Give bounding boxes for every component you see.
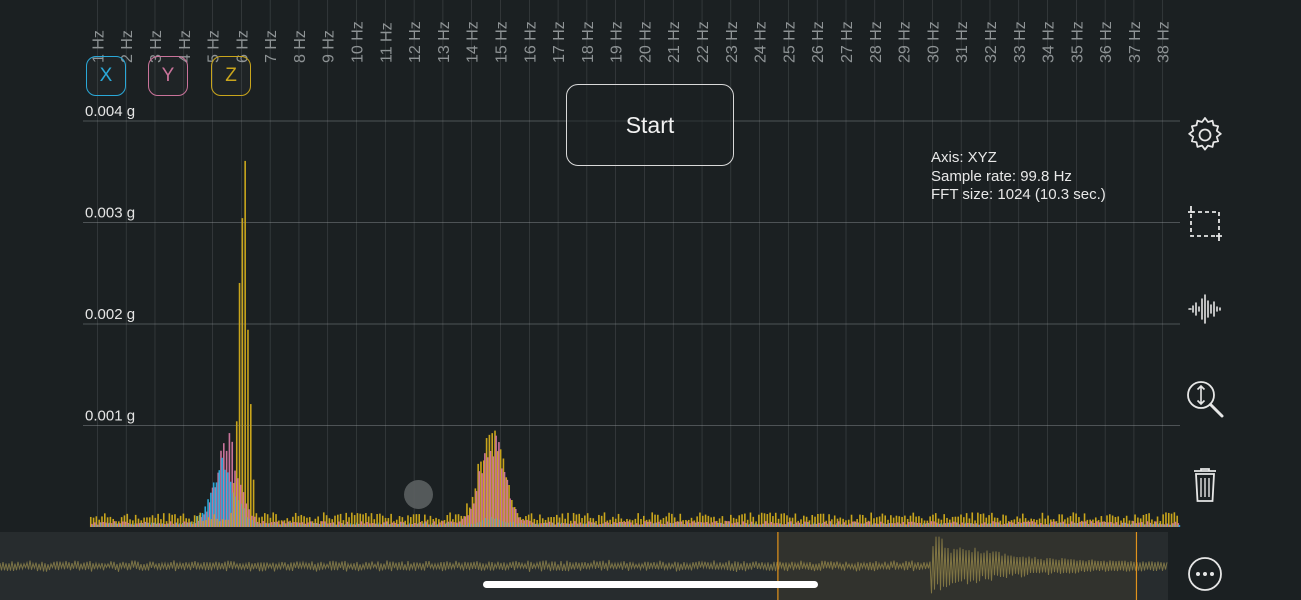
freq-tick-label: 21 Hz xyxy=(666,21,683,63)
freq-tick-label: 12 Hz xyxy=(407,21,424,63)
spectrum-chart[interactable]: 1 Hz 2 Hz 3 Hz 4 Hz 5 Hz 6 Hz 7 Hz 8 Hz 9 Hz 10 H… xyxy=(0,0,1301,530)
freq-tick-label: 32 Hz xyxy=(983,21,1000,63)
freq-tick-label: 38 Hz xyxy=(1156,21,1173,63)
spectrum-bar-y xyxy=(478,471,481,527)
freq-tick-label: 31 Hz xyxy=(954,21,971,63)
start-button-label: Start xyxy=(625,111,675,138)
freq-tick-label: 26 Hz xyxy=(810,21,827,63)
amp-tick-label: 0.003 g xyxy=(85,205,135,222)
spectrum-bar-z xyxy=(247,329,249,527)
delete-button[interactable] xyxy=(1180,460,1230,510)
select-range-button[interactable] xyxy=(1180,198,1230,248)
zoom-vertical-icon xyxy=(1187,381,1224,418)
fft-size-info: FFT size: 1024 (10.3 sec.) xyxy=(931,186,1106,203)
recording-overview[interactable] xyxy=(0,532,1168,600)
measurement-info: Axis: XYZ Sample rate: 99.8 Hz FFT size:… xyxy=(931,149,1106,205)
crop-selection-icon xyxy=(1188,206,1222,241)
overview-selection[interactable] xyxy=(777,532,1137,600)
vertical-zoom-button[interactable] xyxy=(1180,374,1230,424)
waveform-button[interactable] xyxy=(1180,284,1230,334)
start-button[interactable]: Start xyxy=(566,84,734,166)
freq-tick-label: 24 Hz xyxy=(753,21,770,63)
amp-tick-label: 0.002 g xyxy=(85,306,135,323)
freq-tick-label: 16 Hz xyxy=(522,21,539,63)
amp-tick-label: 0.001 g xyxy=(85,408,135,425)
spectrum-bar-y xyxy=(498,442,500,527)
spectrum-bar-y xyxy=(492,456,495,527)
freq-tick-label: 27 Hz xyxy=(839,21,856,63)
spectrum-bar-y xyxy=(500,468,503,527)
spectrum-bar-y xyxy=(503,472,506,527)
scrub-handle[interactable] xyxy=(404,480,433,509)
spectrum-bar-z xyxy=(249,404,252,527)
spectrum-bar-y xyxy=(475,491,478,527)
freq-tick-label: 18 Hz xyxy=(580,21,597,63)
freq-tick-label: 15 Hz xyxy=(493,21,510,63)
spectrum-bar-y xyxy=(481,473,483,527)
freq-tick-label: 9 Hz xyxy=(321,30,338,63)
sample-rate-info: Sample rate: 99.8 Hz xyxy=(931,167,1072,185)
amplitude-axis-labels: 0.001 g 0.002 g 0.003 g 0.004 g xyxy=(85,103,135,425)
spectrum-bar-x xyxy=(226,472,229,527)
trash-icon xyxy=(1194,468,1216,502)
home-indicator xyxy=(483,581,818,588)
settings-button[interactable] xyxy=(1180,110,1230,160)
freq-tick-label: 29 Hz xyxy=(897,21,914,63)
axis-z-toggle[interactable]: Z xyxy=(211,56,251,96)
freq-tick-label: 28 Hz xyxy=(868,21,885,63)
freq-tick-label: 13 Hz xyxy=(436,21,453,63)
axis-y-toggle[interactable]: Y xyxy=(148,56,188,96)
frequency-grid xyxy=(97,0,1164,527)
axis-info: Axis: XYZ xyxy=(931,149,997,166)
more-button[interactable] xyxy=(1180,549,1230,599)
spectrum-bar-y xyxy=(495,435,497,527)
freq-tick-label: 19 Hz xyxy=(609,21,626,63)
freq-tick-label: 8 Hz xyxy=(292,30,309,63)
freq-tick-label: 33 Hz xyxy=(1012,21,1029,63)
freq-tick-label: 10 Hz xyxy=(350,21,367,63)
freq-tick-label: 36 Hz xyxy=(1098,21,1115,63)
spectrum-bars xyxy=(89,160,1181,528)
freq-tick-label: 34 Hz xyxy=(1041,21,1058,63)
spectrum-bar-z xyxy=(241,218,244,528)
axis-x-label: X xyxy=(99,65,113,86)
spectrum-bar-x xyxy=(218,470,221,527)
spectrum-bar-y xyxy=(506,479,509,527)
frequency-axis-labels: 1 Hz 2 Hz 3 Hz 4 Hz 5 Hz 6 Hz 7 Hz 8 Hz 9 Hz 10 H… xyxy=(90,21,1172,63)
gear-icon xyxy=(1188,117,1222,151)
freq-tick-label: 7 Hz xyxy=(263,30,280,63)
spectrum-bar-y xyxy=(486,457,489,527)
amp-tick-label: 0.004 g xyxy=(85,103,135,120)
spectrum-bar-x xyxy=(221,457,223,527)
freq-tick-label: 30 Hz xyxy=(925,21,942,63)
spectrum-bar-y xyxy=(484,453,486,527)
spectrum-bar-y xyxy=(489,451,492,527)
freq-tick-label: 14 Hz xyxy=(465,21,482,63)
freq-tick-label: 22 Hz xyxy=(695,21,712,63)
overview-waveform xyxy=(0,532,1168,600)
spectrum-bar-z xyxy=(244,160,246,527)
more-icon xyxy=(1188,557,1222,591)
freq-tick-label: 17 Hz xyxy=(551,21,568,63)
waveform-icon xyxy=(1188,294,1221,324)
axis-x-toggle[interactable]: X xyxy=(86,56,126,96)
spectrum-bar-x xyxy=(224,469,226,527)
axis-y-label: Y xyxy=(161,65,175,86)
freq-tick-label: 37 Hz xyxy=(1127,21,1144,63)
freq-tick-label: 20 Hz xyxy=(637,21,654,63)
freq-tick-label: 25 Hz xyxy=(781,21,798,63)
freq-tick-label: 35 Hz xyxy=(1069,21,1086,63)
freq-tick-label: 11 Hz xyxy=(378,22,395,63)
freq-tick-label: 23 Hz xyxy=(724,21,741,63)
spectrum-bar-y xyxy=(472,503,475,527)
spectrum-bar-x xyxy=(1178,525,1181,527)
axis-z-label: Z xyxy=(225,65,237,86)
